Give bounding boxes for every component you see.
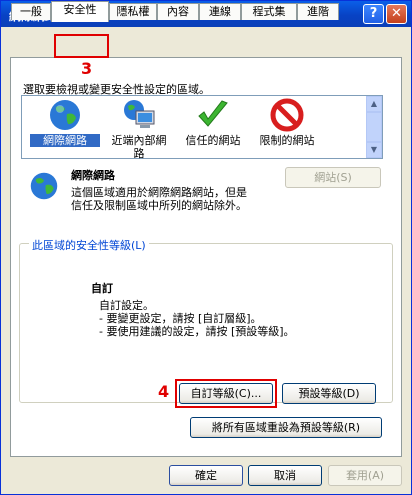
tab-privacy[interactable]: 隱私權	[109, 3, 157, 20]
local-intranet-icon	[122, 98, 156, 132]
zone-local-intranet[interactable]: 近端內部網 路	[104, 98, 174, 160]
prohibited-icon	[270, 98, 304, 132]
reset-all-zones-button[interactable]: 將所有區域重設為預設等級(R)	[190, 417, 382, 438]
close-button[interactable]: ✕	[386, 4, 407, 24]
security-level-name: 自訂	[91, 282, 113, 295]
zone-description-line2: 信任及限制區域中所列的網站除外。	[71, 199, 247, 212]
tab-content[interactable]: 內容	[157, 3, 199, 20]
annotation-step-4: 4	[158, 382, 170, 401]
tab-security[interactable]: 安全性	[51, 1, 109, 22]
globe-icon	[29, 171, 59, 201]
tab-connections[interactable]: 連線	[199, 3, 241, 20]
zone-local-intranet-label: 近端內部網 路	[111, 134, 167, 160]
cancel-button[interactable]: 取消	[248, 465, 322, 486]
globe-icon	[48, 98, 82, 132]
security-level-group-title: 此區域的安全性等級(L)	[29, 237, 149, 253]
custom-level-button[interactable]: 自訂等級(C)...	[179, 383, 273, 404]
zone-internet[interactable]: 網際網路	[30, 98, 100, 147]
scroll-down-icon[interactable]: ▼	[366, 142, 382, 158]
tab-advanced[interactable]: 進階	[297, 3, 339, 20]
scroll-up-icon[interactable]: ▲	[366, 96, 382, 112]
zone-internet-label: 網際網路	[30, 134, 100, 147]
default-level-button[interactable]: 預設等級(D)	[282, 383, 376, 404]
zone-list-scrollbar[interactable]: ▲ ▼	[366, 96, 382, 158]
scroll-thumb[interactable]	[366, 112, 382, 142]
zone-trusted-sites[interactable]: 信任的網站	[178, 98, 248, 147]
highlight-security-tab	[54, 34, 109, 58]
zone-list[interactable]: 網際網路 近端內部網 路 信任的網站 限制的網站 ▲ ▼	[21, 95, 383, 160]
zone-trusted-sites-label: 信任的網站	[185, 134, 241, 147]
apply-button[interactable]: 套用(A)	[328, 465, 402, 486]
tab-general[interactable]: 一般	[11, 3, 51, 20]
help-button[interactable]: ?	[363, 4, 384, 24]
zone-restricted-sites-label: 限制的網站	[259, 134, 315, 147]
checkmark-icon	[196, 98, 230, 132]
ok-button[interactable]: 確定	[169, 465, 243, 486]
zone-restricted-sites[interactable]: 限制的網站	[252, 98, 322, 147]
sites-button[interactable]: 網站(S)	[285, 167, 381, 188]
internet-options-dialog: 網際網路選項 ? ✕ 一般 安全性 隱私權 內容 連線 程式集 進階 3 選取要…	[0, 0, 412, 495]
zone-name: 網際網路	[71, 169, 115, 182]
tab-programs[interactable]: 程式集	[241, 3, 297, 20]
annotation-step-3: 3	[81, 59, 93, 78]
security-level-desc-line3: - 要使用建議的設定，請按 [預設等級]。	[99, 325, 295, 338]
